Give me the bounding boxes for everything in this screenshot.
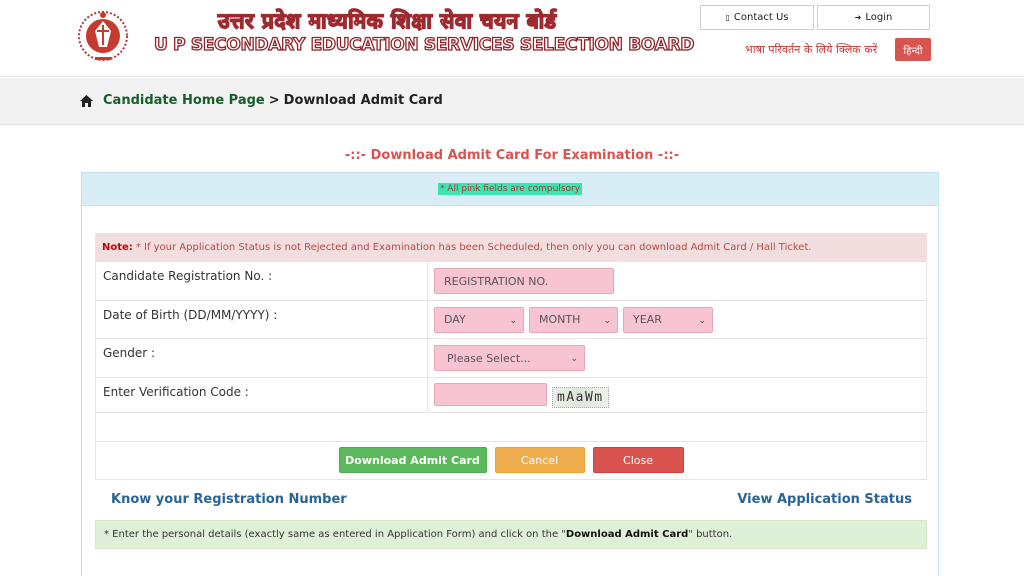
- board-logo[interactable]: [73, 7, 137, 65]
- year-select[interactable]: YEAR ⌄: [623, 306, 713, 333]
- info-emphasis: Download Admit Card: [565, 528, 689, 540]
- breadcrumb: Candidate Home Page > Download Admit Car…: [80, 93, 443, 108]
- chevron-down-icon: ⌄: [570, 354, 578, 364]
- day-select[interactable]: DAY ⌄: [434, 306, 524, 333]
- close-button[interactable]: Close: [592, 447, 684, 473]
- info-prefix: * Enter the personal details (exactly sa…: [104, 528, 566, 540]
- compulsory-note: * All pink fields are compulsory: [437, 183, 583, 195]
- gender-select-value: Please Select...: [447, 351, 531, 365]
- form-actions: Download Admit Card Cancel Close: [95, 441, 927, 480]
- form-row-gender: Gender : Please Select... ⌄: [95, 339, 927, 378]
- day-select-value: DAY: [444, 313, 466, 326]
- view-application-status-link[interactable]: View Application Status: [737, 492, 912, 507]
- admit-card-panel: * All pink fields are compulsory Note: *…: [81, 172, 939, 576]
- info-suffix: " button.: [688, 528, 733, 540]
- contact-us-label: Contact Us: [733, 12, 789, 23]
- login-label: Login: [865, 12, 893, 23]
- chevron-down-icon: ⌄: [698, 315, 706, 326]
- chevron-down-icon: ⌄: [603, 315, 611, 326]
- note-label: Note:: [102, 242, 133, 253]
- gender-label: Gender :: [96, 339, 428, 377]
- month-select-value: MONTH: [539, 313, 581, 326]
- note-text: * If your Application Status is not Reje…: [135, 242, 812, 253]
- captcha-image: mAaWm: [552, 386, 609, 408]
- phone-icon: ▯: [725, 13, 730, 22]
- verification-code-input[interactable]: [434, 382, 547, 406]
- language-prompt: भाषा परिवर्तन के लिये क्लिक करें: [745, 43, 878, 56]
- year-select-value: YEAR: [633, 313, 662, 326]
- panel-header: * All pink fields are compulsory: [82, 173, 938, 206]
- language-toggle-button[interactable]: हिन्दी: [895, 38, 931, 61]
- registration-input[interactable]: REGISTRATION NO.: [434, 268, 614, 294]
- breadcrumb-bar: Candidate Home Page > Download Admit Car…: [0, 78, 1024, 125]
- note-banner: Note: * If your Application Status is no…: [95, 233, 927, 262]
- know-registration-link[interactable]: Know your Registration Number: [111, 492, 347, 507]
- gender-select[interactable]: Please Select... ⌄: [434, 345, 585, 371]
- info-banner: * Enter the personal details (exactly sa…: [95, 519, 927, 549]
- login-button[interactable]: ➜ Login: [817, 5, 930, 30]
- registration-label: Candidate Registration No. :: [96, 262, 428, 300]
- admit-card-form: Note: * If your Application Status is no…: [95, 233, 927, 549]
- site-header: उत्तर प्रदेश माध्यमिक शिक्षा सेवा चयन बो…: [0, 0, 1024, 77]
- form-row-registration: Candidate Registration No. : REGISTRATIO…: [95, 262, 927, 301]
- breadcrumb-current: Download Admit Card: [283, 93, 443, 108]
- page-title: -::- Download Admit Card For Examination…: [344, 148, 680, 163]
- form-row-dob: Date of Birth (DD/MM/YYYY) : DAY ⌄ MONTH…: [95, 300, 927, 339]
- month-select[interactable]: MONTH ⌄: [529, 306, 618, 333]
- download-admit-card-button[interactable]: Download Admit Card: [338, 447, 487, 473]
- breadcrumb-home-link[interactable]: Candidate Home Page: [103, 93, 265, 108]
- contact-us-button[interactable]: ▯ Contact Us: [700, 5, 814, 30]
- board-title-hindi: उत्तर प्रदेश माध्यमिक शिक्षा सेवा चयन बो…: [217, 8, 557, 33]
- dob-label: Date of Birth (DD/MM/YYYY) :: [96, 300, 428, 338]
- login-icon: ➜: [854, 13, 862, 22]
- breadcrumb-separator: >: [268, 93, 280, 108]
- cancel-button[interactable]: Cancel: [494, 447, 585, 473]
- verification-label: Enter Verification Code :: [96, 377, 428, 412]
- helper-links: Know your Registration Number View Appli…: [95, 480, 927, 520]
- form-row-verification: Enter Verification Code : mAaWm: [95, 377, 927, 413]
- form-row-spacer: [95, 412, 927, 442]
- chevron-down-icon: ⌄: [509, 315, 517, 326]
- board-title-english: U P SECONDARY EDUCATION SERVICES SELECTI…: [153, 34, 695, 55]
- home-icon[interactable]: [80, 94, 93, 107]
